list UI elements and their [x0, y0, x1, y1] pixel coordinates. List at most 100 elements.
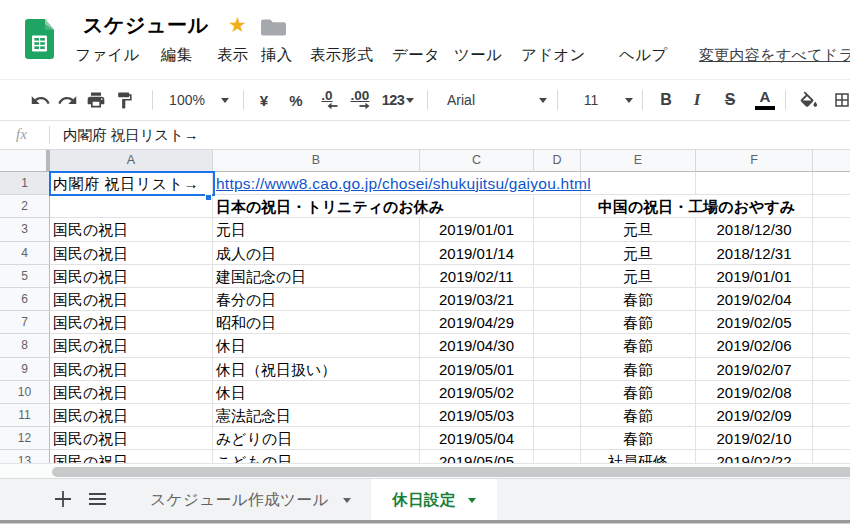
cell-G3[interactable]	[813, 218, 850, 241]
column-header-A[interactable]: A	[50, 150, 213, 172]
document-title[interactable]: スケジュール	[83, 12, 208, 39]
cell-B11[interactable]: 憲法記念日	[213, 404, 420, 427]
font-size-select[interactable]: 11	[578, 80, 604, 120]
cell-G1[interactable]	[813, 172, 850, 195]
sheet-tab-schedule-tool[interactable]: スケジュール作成ツール	[133, 479, 368, 521]
row-header-1[interactable]: 1	[0, 172, 50, 195]
cell-G11[interactable]	[813, 404, 850, 427]
zoom-caret-icon[interactable]	[220, 80, 230, 120]
cell-D13[interactable]	[534, 450, 581, 463]
formula-bar-input[interactable]: 内閣府 祝日リスト→	[63, 126, 199, 145]
cell-A13[interactable]: 国民の祝日	[50, 450, 213, 463]
cell-C7[interactable]: 2019/04/29	[420, 311, 534, 334]
format-percent-button[interactable]: %	[286, 80, 306, 120]
select-all-corner[interactable]	[0, 150, 50, 172]
cell-B7[interactable]: 昭和の日	[213, 311, 420, 334]
row-header-12[interactable]: 12	[0, 427, 50, 450]
cell-A8[interactable]: 国民の祝日	[50, 334, 213, 357]
cell-link[interactable]: https://www8.cao.go.jp/chosei/shukujitsu…	[216, 175, 591, 192]
strikethrough-button[interactable]: S	[719, 80, 741, 120]
undo-icon[interactable]	[29, 80, 51, 120]
increase-decimal-button[interactable]: .00	[346, 80, 374, 120]
number-format-button[interactable]: 123	[378, 80, 408, 120]
cell-G12[interactable]	[813, 427, 850, 450]
cell-D8[interactable]	[534, 334, 581, 357]
cell-E11[interactable]: 春節	[581, 404, 696, 427]
cell-E8[interactable]: 春節	[581, 334, 696, 357]
fill-color-icon[interactable]	[796, 80, 820, 120]
column-header-G[interactable]	[813, 150, 850, 172]
font-size-caret-icon[interactable]	[624, 80, 634, 120]
cell-C9[interactable]: 2019/05/01	[420, 358, 534, 381]
cell-G4[interactable]	[813, 242, 850, 265]
sheet-tab-caret-icon[interactable]	[468, 498, 476, 503]
selection-fill-handle[interactable]	[205, 194, 212, 201]
star-icon[interactable]: ★	[228, 14, 247, 36]
cell-G13[interactable]	[813, 450, 850, 463]
cell-A5[interactable]: 国民の祝日	[50, 265, 213, 288]
cell-A9[interactable]: 国民の祝日	[50, 358, 213, 381]
menu-help[interactable]: ヘルプ	[619, 45, 668, 66]
cell-F9[interactable]: 2019/02/07	[696, 358, 813, 381]
cell-E6[interactable]: 春節	[581, 288, 696, 311]
cell-F8[interactable]: 2019/02/06	[696, 334, 813, 357]
row-header-5[interactable]: 5	[0, 265, 50, 288]
cell-D4[interactable]	[534, 242, 581, 265]
cell-F7[interactable]: 2019/02/05	[696, 311, 813, 334]
cell-B8[interactable]: 休日	[213, 334, 420, 357]
menu-file[interactable]: ファイル	[75, 45, 140, 66]
menu-view[interactable]: 表示	[217, 45, 249, 66]
cell-C10[interactable]: 2019/05/02	[420, 381, 534, 404]
italic-button[interactable]: I	[687, 80, 707, 120]
row-header-13[interactable]: 13	[0, 450, 50, 463]
cell-E4[interactable]: 元旦	[581, 242, 696, 265]
cell-F5[interactable]: 2019/01/01	[696, 265, 813, 288]
cell-F6[interactable]: 2019/02/04	[696, 288, 813, 311]
cell-E3[interactable]: 元旦	[581, 218, 696, 241]
cell-C8[interactable]: 2019/04/30	[420, 334, 534, 357]
cell-F12[interactable]: 2019/02/10	[696, 427, 813, 450]
menu-tools[interactable]: ツール	[454, 45, 502, 66]
cell-C4[interactable]: 2019/01/14	[420, 242, 534, 265]
cell-A10[interactable]: 国民の祝日	[50, 381, 213, 404]
cell-B1[interactable]: https://www8.cao.go.jp/chosei/shukujitsu…	[213, 172, 581, 195]
cell-C11[interactable]: 2019/05/03	[420, 404, 534, 427]
cell-D5[interactable]	[534, 265, 581, 288]
cell-G6[interactable]	[813, 288, 850, 311]
folder-icon[interactable]	[261, 19, 286, 40]
cell-C12[interactable]: 2019/05/04	[420, 427, 534, 450]
column-header-D[interactable]: D	[534, 150, 581, 172]
cell-G9[interactable]	[813, 358, 850, 381]
cell-F1[interactable]	[696, 172, 813, 195]
cell-D9[interactable]	[534, 358, 581, 381]
menu-format[interactable]: 表示形式	[310, 45, 373, 66]
cell-D7[interactable]	[534, 311, 581, 334]
cell-D11[interactable]	[534, 404, 581, 427]
row-header-11[interactable]: 11	[0, 404, 50, 427]
bold-button[interactable]: B	[656, 80, 676, 120]
all-sheets-menu-icon[interactable]	[88, 492, 108, 506]
cell-G2[interactable]	[813, 195, 850, 218]
column-header-E[interactable]: E	[581, 150, 696, 172]
number-format-caret-icon[interactable]	[405, 80, 415, 120]
cell-E13[interactable]: 社員研修	[581, 450, 696, 463]
cell-D2[interactable]	[534, 195, 581, 218]
menu-addons[interactable]: アドオン	[521, 45, 586, 66]
cell-G8[interactable]	[813, 334, 850, 357]
cell-E1[interactable]	[581, 172, 696, 195]
cell-C3[interactable]: 2019/01/01	[420, 218, 534, 241]
cell-E10[interactable]: 春節	[581, 381, 696, 404]
font-family-select[interactable]: Arial	[447, 80, 487, 120]
cell-B9[interactable]: 休日（祝日扱い）	[213, 358, 420, 381]
cell-D6[interactable]	[534, 288, 581, 311]
sheet-tab-caret-icon[interactable]	[343, 498, 351, 503]
cell-A4[interactable]: 国民の祝日	[50, 242, 213, 265]
cell-A11[interactable]: 国民の祝日	[50, 404, 213, 427]
cell-B6[interactable]: 春分の日	[213, 288, 420, 311]
menu-insert[interactable]: 挿入	[261, 45, 293, 66]
print-icon[interactable]	[85, 80, 107, 120]
format-currency-button[interactable]: ¥	[254, 80, 274, 120]
cell-A3[interactable]: 国民の祝日	[50, 218, 213, 241]
menu-data[interactable]: データ	[392, 45, 440, 66]
cell-B4[interactable]: 成人の日	[213, 242, 420, 265]
